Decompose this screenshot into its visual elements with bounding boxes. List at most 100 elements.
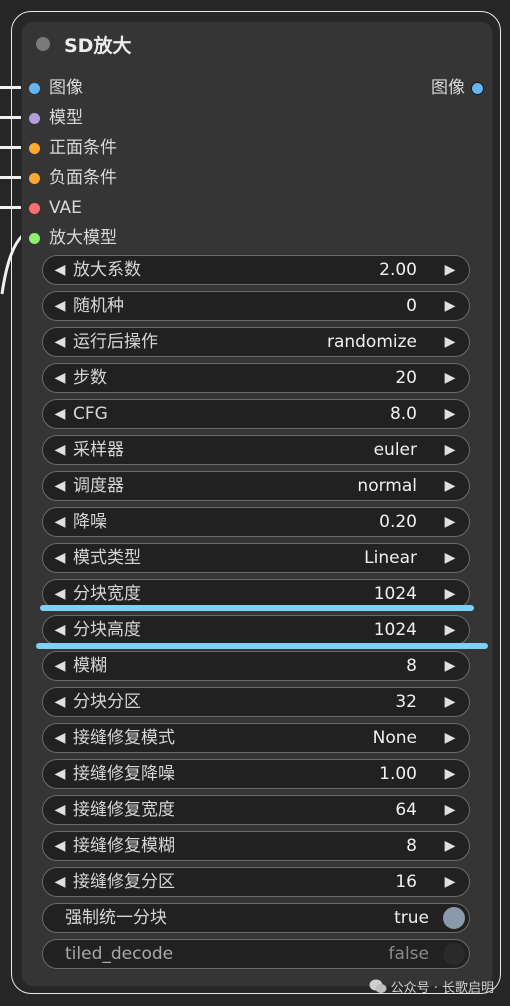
- toggle-knob-icon[interactable]: [443, 943, 465, 965]
- decrement-arrow-icon[interactable]: ◀: [49, 724, 71, 752]
- number-widget[interactable]: ◀ 采样器 euler ▶: [42, 435, 470, 465]
- input-slot-dot-icon[interactable]: [29, 173, 40, 184]
- increment-arrow-icon[interactable]: ▶: [439, 580, 461, 608]
- widget-value[interactable]: 1024: [374, 580, 417, 608]
- widget-label: 模式类型: [73, 548, 141, 568]
- highlight-underline: [40, 605, 474, 611]
- number-widget[interactable]: ◀ 分块分区 32 ▶: [42, 687, 470, 717]
- increment-arrow-icon[interactable]: ▶: [439, 508, 461, 536]
- widget-value[interactable]: 8: [406, 832, 417, 860]
- input-slot-dot-icon[interactable]: [29, 233, 40, 244]
- increment-arrow-icon[interactable]: ▶: [439, 616, 461, 644]
- output-slot-image[interactable]: 图像: [372, 73, 492, 103]
- number-widget[interactable]: ◀ 模糊 8 ▶: [42, 651, 470, 681]
- decrement-arrow-icon[interactable]: ◀: [49, 688, 71, 716]
- input-slot-dot-icon[interactable]: [29, 83, 40, 94]
- input-slot-dot-icon[interactable]: [29, 113, 40, 124]
- toggle-widget[interactable]: tiled_decode false: [42, 939, 470, 969]
- decrement-arrow-icon[interactable]: ◀: [49, 256, 71, 284]
- increment-arrow-icon[interactable]: ▶: [439, 796, 461, 824]
- number-widget[interactable]: ◀ 步数 20 ▶: [42, 363, 470, 393]
- number-widget[interactable]: ◀ 调度器 normal ▶: [42, 471, 470, 501]
- decrement-arrow-icon[interactable]: ◀: [49, 472, 71, 500]
- decrement-arrow-icon[interactable]: ◀: [49, 832, 71, 860]
- decrement-arrow-icon[interactable]: ◀: [49, 580, 71, 608]
- node-title-bar[interactable]: SD放大: [22, 22, 492, 66]
- input-slot-label: 模型: [49, 108, 83, 128]
- widget-value[interactable]: 1.00: [379, 760, 417, 788]
- input-slot-label: VAE: [49, 198, 82, 218]
- decrement-arrow-icon[interactable]: ◀: [49, 796, 71, 824]
- widget-value[interactable]: 32: [395, 688, 417, 716]
- decrement-arrow-icon[interactable]: ◀: [49, 616, 71, 644]
- widget-label: 放大系数: [73, 260, 141, 280]
- toggle-knob-icon[interactable]: [443, 907, 465, 929]
- output-slot-label: 图像: [431, 78, 465, 98]
- widget-label: 接缝修复模糊: [73, 836, 175, 856]
- increment-arrow-icon[interactable]: ▶: [439, 760, 461, 788]
- input-wire: [0, 116, 22, 119]
- widget-value[interactable]: 16: [395, 868, 417, 896]
- widget-value[interactable]: 1024: [374, 616, 417, 644]
- increment-arrow-icon[interactable]: ▶: [439, 364, 461, 392]
- number-widget[interactable]: ◀ 接缝修复分区 16 ▶: [42, 867, 470, 897]
- input-slot-dot-icon[interactable]: [29, 143, 40, 154]
- number-widget[interactable]: ◀ 随机种 0 ▶: [42, 291, 470, 321]
- decrement-arrow-icon[interactable]: ◀: [49, 328, 71, 356]
- toggle-widget[interactable]: 强制统一分块 true: [42, 903, 470, 933]
- number-widget[interactable]: ◀ 接缝修复宽度 64 ▶: [42, 795, 470, 825]
- widget-value[interactable]: 0.20: [379, 508, 417, 536]
- widget-value[interactable]: normal: [357, 472, 417, 500]
- decrement-arrow-icon[interactable]: ◀: [49, 652, 71, 680]
- widget-value[interactable]: 20: [395, 364, 417, 392]
- decrement-arrow-icon[interactable]: ◀: [49, 364, 71, 392]
- number-widget[interactable]: ◀ 放大系数 2.00 ▶: [42, 255, 470, 285]
- increment-arrow-icon[interactable]: ▶: [439, 652, 461, 680]
- widget-value[interactable]: 8.0: [390, 400, 417, 428]
- sd-upscale-node[interactable]: SD放大 图像 模型 正面条件 负面条件 VAE 放大模型 图像 ◀ 放大系数 2.00 ▶ ◀ 随…: [21, 21, 493, 987]
- input-slot-dot-icon[interactable]: [29, 203, 40, 214]
- number-widget[interactable]: ◀ 接缝修复降噪 1.00 ▶: [42, 759, 470, 789]
- input-wire: [0, 146, 22, 149]
- increment-arrow-icon[interactable]: ▶: [439, 688, 461, 716]
- number-widget[interactable]: ◀ 运行后操作 randomize ▶: [42, 327, 470, 357]
- increment-arrow-icon[interactable]: ▶: [439, 724, 461, 752]
- widget-value[interactable]: euler: [374, 436, 417, 464]
- decrement-arrow-icon[interactable]: ◀: [49, 400, 71, 428]
- increment-arrow-icon[interactable]: ▶: [439, 868, 461, 896]
- decrement-arrow-icon[interactable]: ◀: [49, 508, 71, 536]
- decrement-arrow-icon[interactable]: ◀: [49, 760, 71, 788]
- widget-value[interactable]: Linear: [364, 544, 417, 572]
- widget-label: 随机种: [73, 296, 124, 316]
- increment-arrow-icon[interactable]: ▶: [439, 472, 461, 500]
- increment-arrow-icon[interactable]: ▶: [439, 436, 461, 464]
- decrement-arrow-icon[interactable]: ◀: [49, 292, 71, 320]
- decrement-arrow-icon[interactable]: ◀: [49, 868, 71, 896]
- collapse-dot-icon[interactable]: [36, 37, 50, 51]
- number-widget[interactable]: ◀ CFG 8.0 ▶: [42, 399, 470, 429]
- increment-arrow-icon[interactable]: ▶: [439, 832, 461, 860]
- number-widget[interactable]: ◀ 分块高度 1024 ▶: [42, 615, 470, 645]
- widget-value[interactable]: randomize: [327, 328, 417, 356]
- widget-value[interactable]: None: [373, 724, 417, 752]
- increment-arrow-icon[interactable]: ▶: [439, 292, 461, 320]
- highlight-underline: [36, 643, 488, 649]
- number-widget[interactable]: ◀ 降噪 0.20 ▶: [42, 507, 470, 537]
- wechat-icon: [369, 979, 387, 998]
- decrement-arrow-icon[interactable]: ◀: [49, 544, 71, 572]
- increment-arrow-icon[interactable]: ▶: [439, 400, 461, 428]
- increment-arrow-icon[interactable]: ▶: [439, 256, 461, 284]
- decrement-arrow-icon[interactable]: ◀: [49, 436, 71, 464]
- number-widget[interactable]: ◀ 接缝修复模式 None ▶: [42, 723, 470, 753]
- widget-value[interactable]: 0: [406, 292, 417, 320]
- widget-label: 采样器: [73, 440, 124, 460]
- widget-value[interactable]: 2.00: [379, 256, 417, 284]
- increment-arrow-icon[interactable]: ▶: [439, 544, 461, 572]
- increment-arrow-icon[interactable]: ▶: [439, 328, 461, 356]
- number-widget[interactable]: ◀ 接缝修复模糊 8 ▶: [42, 831, 470, 861]
- widget-label: 接缝修复模式: [73, 728, 175, 748]
- widget-value[interactable]: 8: [406, 652, 417, 680]
- output-slot-dot-icon[interactable]: [471, 82, 484, 95]
- number-widget[interactable]: ◀ 模式类型 Linear ▶: [42, 543, 470, 573]
- widget-value[interactable]: 64: [395, 796, 417, 824]
